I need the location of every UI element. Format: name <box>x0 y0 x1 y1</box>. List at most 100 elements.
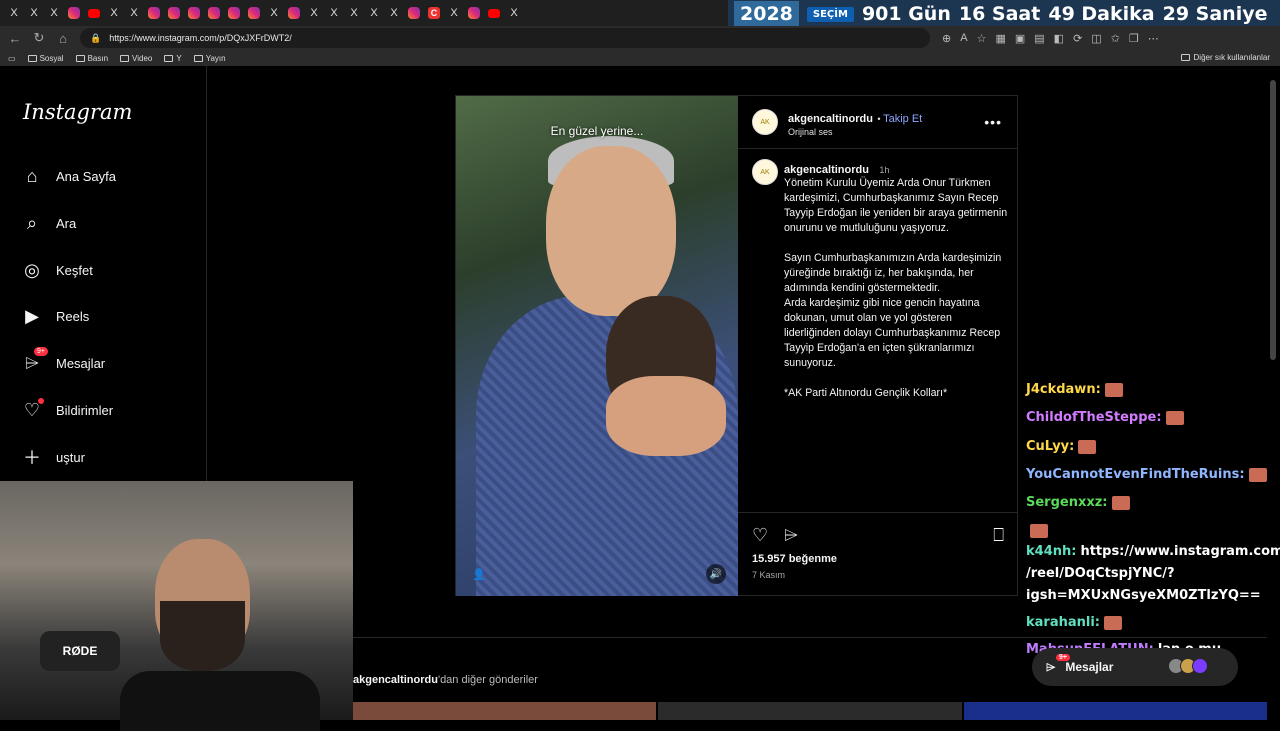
post-header: AK akgencaltinordu • Takip Et Orijinal s… <box>738 96 1018 149</box>
zoom-icon[interactable]: ⊕ <box>942 32 951 45</box>
sidebar-item-notifications[interactable]: ♡ Bildirimler <box>22 398 113 420</box>
url-field[interactable]: 🔒 https://www.instagram.com/p/DQxJXFrDWT… <box>80 28 930 48</box>
media-hand <box>606 376 726 456</box>
instagram-logo[interactable]: Instagram <box>23 100 132 124</box>
instagram-tab-icon[interactable] <box>68 7 80 19</box>
instagram-tab-icon[interactable] <box>168 7 180 19</box>
bookmark-folder[interactable]: Basın <box>75 53 109 63</box>
chat-username: karahanli: <box>1026 615 1100 630</box>
messages-badge: 9+ <box>34 347 48 356</box>
avatar[interactable]: AK <box>752 159 778 185</box>
reload-icon[interactable]: ↻ <box>30 30 48 46</box>
like-heart-icon[interactable]: ♡ <box>752 525 768 546</box>
x-tab-icon[interactable]: X <box>506 5 522 21</box>
post-side-panel: AK akgencaltinordu • Takip Et Orijinal s… <box>738 96 1018 596</box>
sidebar-item-search[interactable]: ⌕ Ara <box>22 213 76 233</box>
youtube-tab-icon[interactable] <box>488 8 500 18</box>
menu-icon[interactable]: ⋯ <box>1148 32 1159 45</box>
favorites-icon[interactable]: ✩ <box>1111 32 1120 45</box>
chat-text: igsh=MXUxNGsyeXM0ZTlzYQ== <box>1026 588 1261 603</box>
x-tab-icon[interactable]: X <box>6 5 22 21</box>
sidebar-item-messages[interactable]: ⌲ 9+ Mesajlar <box>22 347 105 373</box>
other-favorites-label: Diğer sık kullanılanlar <box>1193 53 1270 62</box>
instagram-tab-icon[interactable] <box>248 7 260 19</box>
extension-icon[interactable]: ▣ <box>1015 32 1025 45</box>
sidebar-item-reels[interactable]: ▶ Reels <box>22 306 89 326</box>
folder-icon <box>1180 54 1190 61</box>
extension-icon[interactable]: ◧ <box>1054 32 1064 45</box>
instagram-tab-icon[interactable] <box>288 7 300 19</box>
save-bookmark-icon[interactable]: ⎕ <box>993 525 1004 546</box>
follow-button[interactable]: Takip Et <box>883 113 922 125</box>
sidebar-item-create[interactable]: ＋ uştur <box>22 447 85 468</box>
post-username[interactable]: akgencaltinordu <box>788 113 873 125</box>
extension-icon[interactable]: ▤ <box>1034 32 1044 45</box>
messages-floating-button[interactable]: ⌲ 9+ Mesajlar <box>1032 648 1238 686</box>
sidebar-item-label: Reels <box>56 308 90 324</box>
instagram-tab-icon[interactable] <box>188 7 200 19</box>
other-favorites[interactable]: Diğer sık kullanılanlar <box>1180 53 1270 62</box>
chat-message: CuLyy: <box>1026 439 1097 454</box>
tab-icon[interactable]: C <box>428 7 440 19</box>
tagged-user-icon[interactable]: 👤 <box>472 568 486 582</box>
caption-paragraph: *AK Parti Altınordu Gençlik Kolları* <box>784 387 948 399</box>
like-count[interactable]: 15.957 beğenme <box>752 553 837 565</box>
bookmark-folder[interactable]: Sosyal <box>27 53 64 63</box>
audio-label[interactable]: Orijinal ses <box>788 127 922 137</box>
x-tab-icon[interactable]: X <box>106 5 122 21</box>
instagram-tab-icon[interactable] <box>208 7 220 19</box>
post-thumbnail[interactable] <box>658 702 962 720</box>
instagram-tab-icon[interactable] <box>148 7 160 19</box>
caption-username[interactable]: akgencaltinordu <box>784 164 869 176</box>
sidebar-item-explore[interactable]: ◎ Keşfet <box>22 260 93 280</box>
x-tab-icon[interactable]: X <box>266 5 282 21</box>
x-tab-icon[interactable]: X <box>366 5 382 21</box>
sound-icon[interactable]: 🔊 <box>706 564 726 584</box>
x-tab-icon[interactable]: X <box>306 5 322 21</box>
chat-username: J4ckdawn: <box>1026 382 1101 397</box>
split-screen-icon[interactable]: ◫ <box>1091 32 1101 45</box>
bookmark-apps-icon[interactable]: ▭ <box>8 54 16 63</box>
bookmark-label: Yayın <box>205 53 226 63</box>
bookmark-folder[interactable]: Y <box>164 54 182 63</box>
x-tab-icon[interactable]: X <box>26 5 42 21</box>
x-tab-icon[interactable]: X <box>446 5 462 21</box>
x-tab-icon[interactable]: X <box>386 5 402 21</box>
create-icon: ＋ <box>23 448 41 468</box>
chat-text: https://www.instagram.com <box>1080 544 1280 559</box>
x-tab-icon[interactable]: X <box>126 5 142 21</box>
post-thumbnail[interactable] <box>963 702 1267 720</box>
bookmark-folder[interactable]: Video <box>120 54 152 63</box>
page-scrollbar[interactable] <box>1270 80 1276 360</box>
sidebar-item-label: Ana Sayfa <box>56 168 116 184</box>
youtube-tab-icon[interactable] <box>88 8 100 18</box>
x-tab-icon[interactable]: X <box>46 5 62 21</box>
instagram-tab-icon[interactable] <box>228 7 240 19</box>
instagram-tab-icon[interactable] <box>468 7 480 19</box>
bookmark-label: Sosyal <box>39 53 64 63</box>
video-overlay-caption: En güzel yerine... <box>550 124 644 138</box>
extension-icon[interactable]: ▦ <box>995 32 1005 45</box>
more-posts-user[interactable]: akgencaltinordu <box>353 674 438 686</box>
post-thumbnail[interactable] <box>353 702 657 720</box>
chat-username: CuLyy: <box>1026 439 1075 454</box>
refresh-ext-icon[interactable]: ⟳ <box>1073 32 1082 45</box>
messenger-icon: ⌲ <box>1046 659 1056 674</box>
x-tab-icon[interactable]: X <box>346 5 362 21</box>
sidebar-item-home[interactable]: ⌂ Ana Sayfa <box>22 166 116 186</box>
instagram-tab-icon[interactable] <box>408 7 420 19</box>
bookmark-folder[interactable]: Yayın <box>193 53 226 63</box>
more-options-icon[interactable]: ••• <box>984 114 1002 130</box>
avatar[interactable]: AK <box>752 109 778 135</box>
favorite-star-icon[interactable]: ☆ <box>977 32 987 45</box>
more-posts-suffix: 'dan diğer gönderiler <box>437 674 538 686</box>
share-icon[interactable]: ⌲ <box>784 525 798 546</box>
back-icon[interactable]: ← <box>6 31 24 46</box>
read-aloud-icon[interactable]: A <box>960 32 967 45</box>
x-tab-icon[interactable]: X <box>326 5 342 21</box>
home-browser-icon[interactable]: ⌂ <box>54 31 72 46</box>
bookmark-label: Basın <box>87 53 109 63</box>
reels-icon: ▶ <box>25 305 39 326</box>
collections-icon[interactable]: ❐ <box>1129 32 1139 45</box>
post-media-video[interactable]: En güzel yerine... 👤 🔊 <box>456 96 738 596</box>
